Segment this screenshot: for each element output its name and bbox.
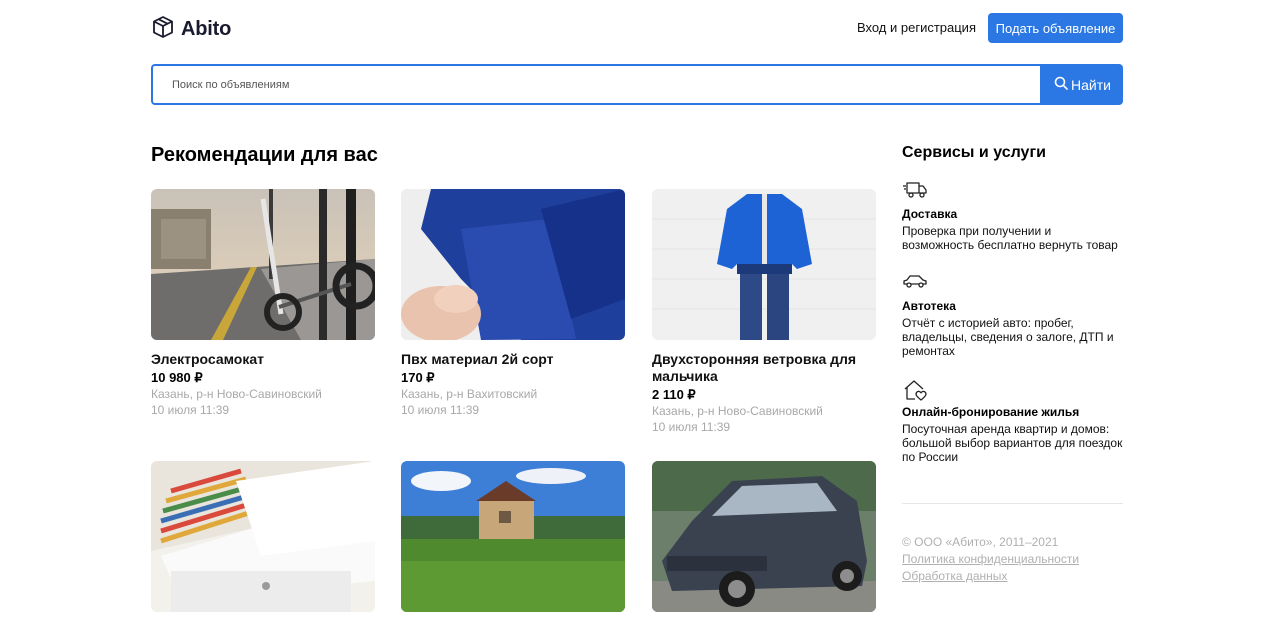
services-panel: Сервисы и услуги Доставка Проверка при п… [902, 144, 1124, 484]
listing-price: 170 ₽ [401, 370, 435, 385]
listing-date: 10 июля 11:39 [401, 403, 480, 417]
jacket-photo[interactable] [652, 189, 876, 340]
car-icon [902, 272, 1124, 294]
service-delivery[interactable]: Доставка Проверка при получении и возмож… [902, 180, 1124, 252]
service-description: Посуточная аренда квартир и домов: больш… [902, 422, 1123, 464]
copyright: © ООО «Абито», 2011–2021 [902, 535, 1059, 549]
divider [902, 503, 1123, 504]
listing-title[interactable]: Двухсторонняя ветровка для мальчика [652, 351, 876, 385]
listing-card[interactable] [652, 461, 876, 623]
electric-scooter-photo[interactable] [151, 189, 375, 340]
service-description: Проверка при получении и возможность бес… [902, 224, 1118, 252]
logo-text: Abito [181, 18, 232, 40]
listing-location: Казань, р-н Ново-Савиновский [151, 387, 322, 401]
data-processing-link[interactable]: Обработка данных [902, 568, 1079, 585]
search-button[interactable]: Найти [1042, 64, 1123, 105]
bed-linen-photo[interactable] [151, 461, 375, 612]
service-autoteka[interactable]: Автотека Отчёт с историей авто: пробег, … [902, 272, 1124, 358]
search-input[interactable] [151, 64, 1042, 105]
services-title: Сервисы и услуги [902, 144, 1046, 161]
service-description: Отчёт с историей авто: пробег, владельцы… [902, 316, 1114, 358]
service-housing-booking[interactable]: Онлайн-бронирование жилья Посуточная аре… [902, 378, 1124, 464]
privacy-policy-link[interactable]: Политика конфиденциальности [902, 551, 1079, 568]
logo[interactable]: Abito [151, 15, 231, 44]
listing-card[interactable]: Двухсторонняя ветровка для мальчика 2 11… [652, 189, 876, 435]
car-photo[interactable] [652, 461, 876, 612]
pvc-material-photo[interactable] [401, 189, 625, 340]
listing-location: Казань, р-н Вахитовский [401, 387, 538, 401]
listing-date: 10 июля 11:39 [652, 420, 731, 434]
listing-card[interactable]: Пвх материал 2й сорт 170 ₽ Казань, р-н В… [401, 189, 625, 418]
house-photo[interactable] [401, 461, 625, 612]
truck-icon [902, 180, 1124, 202]
search-icon [1054, 76, 1068, 93]
login-register-link[interactable]: Вход и регистрация [857, 20, 976, 35]
listing-price: 2 110 ₽ [652, 387, 696, 402]
service-name[interactable]: Онлайн-бронирование жилья [902, 404, 1124, 420]
listing-card[interactable] [151, 461, 375, 623]
post-ad-button[interactable]: Подать объявление [988, 13, 1123, 43]
house-heart-icon [902, 378, 1124, 401]
listing-date: 10 июля 11:39 [151, 403, 230, 417]
listing-title[interactable]: Электросамокат [151, 351, 375, 368]
listing-title[interactable]: Пвх материал 2й сорт [401, 351, 625, 368]
service-name[interactable]: Доставка [902, 206, 1124, 222]
listing-location: Казань, р-н Ново-Савиновский [652, 404, 823, 418]
footer: © ООО «Абито», 2011–2021 Политика конфид… [902, 534, 1079, 585]
listing-price: 10 980 ₽ [151, 370, 203, 385]
service-name[interactable]: Автотека [902, 298, 1124, 314]
listing-card[interactable]: Электросамокат 10 980 ₽ Казань, р-н Ново… [151, 189, 375, 418]
search-bar: Найти [151, 64, 1123, 105]
search-button-label: Найти [1071, 76, 1111, 93]
listing-card[interactable] [401, 461, 625, 623]
recommendations-title: Рекомендации для вас [151, 144, 378, 166]
header: Abito Вход и регистрация Подать объявлен… [151, 13, 1123, 43]
box-logo-icon [151, 15, 175, 44]
